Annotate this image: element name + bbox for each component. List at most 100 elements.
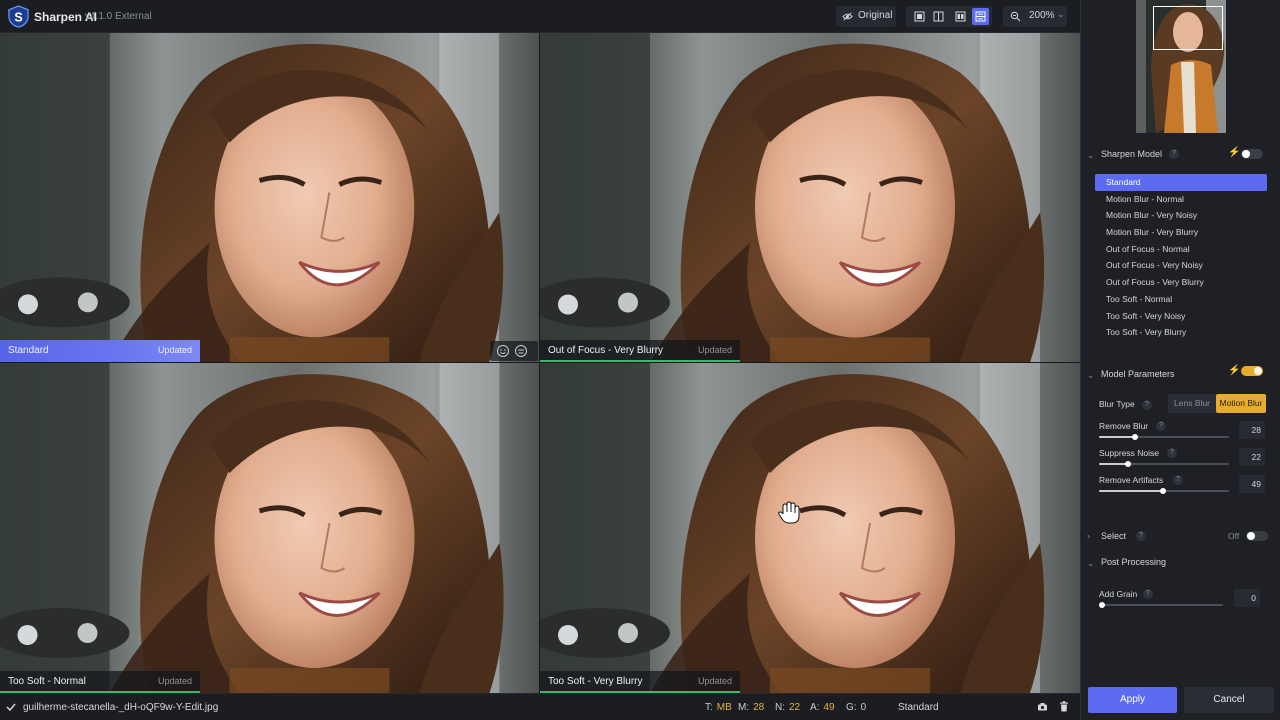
original-toggle-button[interactable]: Original: [836, 6, 896, 27]
model-item[interactable]: Standard: [1095, 174, 1267, 191]
slider-handle[interactable]: [1124, 461, 1131, 467]
model-item[interactable]: Too Soft - Normal: [1095, 291, 1267, 308]
suppress-noise-slider[interactable]: [1099, 461, 1229, 467]
eye-slash-icon: [842, 12, 853, 21]
remove-artifacts-label: Remove Artifacts: [1099, 475, 1164, 485]
remove-blur-label: Remove Blur: [1099, 421, 1149, 431]
add-grain-slider[interactable]: [1099, 602, 1223, 608]
help-icon[interactable]: ?: [1143, 589, 1153, 599]
stat-remove-artifacts: A: 49: [810, 702, 835, 713]
select-state-label: Off: [1228, 531, 1240, 541]
navigator-thumbnail[interactable]: [1136, 0, 1226, 133]
zoom-magnifier-icon: [1010, 11, 1021, 22]
side-by-side-view-button[interactable]: [952, 8, 969, 25]
add-grain-value[interactable]: 0: [1234, 589, 1260, 607]
select-title[interactable]: Select: [1101, 531, 1126, 541]
preview-status: Updated: [697, 345, 732, 355]
model-parameters-auto-toggle[interactable]: [1241, 366, 1263, 376]
single-view-button[interactable]: [911, 8, 928, 25]
model-list: Standard Motion Blur - Normal Motion Blu…: [1095, 174, 1267, 341]
zoom-control[interactable]: 200% ⌄: [1003, 6, 1067, 27]
model-item[interactable]: Motion Blur - Normal: [1095, 191, 1267, 208]
model-item[interactable]: Out of Focus - Very Blurry: [1095, 274, 1267, 291]
sharpen-model-auto-toggle[interactable]: [1241, 149, 1263, 159]
stat-value: 22: [789, 702, 801, 713]
portrait-preview-image: [540, 363, 1080, 693]
stat-value: 49: [823, 702, 835, 713]
slider-handle[interactable]: [1099, 602, 1105, 608]
chevron-down-icon[interactable]: ⌄: [1087, 558, 1095, 569]
remove-blur-value[interactable]: 28: [1239, 421, 1265, 439]
model-item[interactable]: Motion Blur - Very Blurry: [1095, 224, 1267, 241]
slider-handle[interactable]: [1159, 488, 1166, 494]
sharpen-ai-window: S Sharpen AI v4.1.0 External Original 20…: [0, 0, 1280, 720]
remove-artifacts-slider[interactable]: [1099, 488, 1229, 494]
model-item[interactable]: Too Soft - Very Noisy: [1095, 308, 1267, 325]
help-icon[interactable]: ?: [1136, 531, 1146, 541]
help-icon[interactable]: ?: [1142, 400, 1152, 410]
svg-text:S: S: [14, 10, 22, 24]
model-item[interactable]: Out of Focus - Very Noisy: [1095, 257, 1267, 274]
face-smile-icon[interactable]: [496, 344, 510, 358]
preview-label-bar: Too Soft - Normal Updated: [0, 671, 200, 693]
camera-icon[interactable]: [1037, 702, 1048, 712]
chevron-down-icon: ⌄: [1057, 9, 1065, 19]
model-item[interactable]: Too Soft - Very Blurry: [1095, 324, 1267, 341]
remove-artifacts-value[interactable]: 49: [1239, 475, 1265, 493]
remove-blur-slider[interactable]: [1099, 434, 1229, 440]
navigator-viewport-rect[interactable]: [1153, 6, 1223, 50]
status-model-name: Standard: [898, 702, 939, 713]
app-version: v4.1.0 External: [85, 11, 152, 22]
preview-cell-standard[interactable]: Standard Updated: [0, 33, 539, 362]
post-processing-title[interactable]: Post Processing: [1101, 557, 1166, 567]
status-bar: guilherme-stecanella-_dH-oQF9w-Y-Edit.jp…: [0, 693, 1080, 720]
help-icon[interactable]: ?: [1169, 149, 1179, 159]
lens-blur-button[interactable]: Lens Blur: [1168, 394, 1216, 413]
preview-status: Updated: [697, 676, 732, 686]
add-grain-label: Add Grain: [1099, 589, 1138, 599]
help-icon[interactable]: ?: [1156, 421, 1166, 431]
stat-suppress-noise: N: 22: [775, 702, 800, 713]
help-icon[interactable]: ?: [1167, 448, 1177, 458]
preview-model-name: Too Soft - Very Blurry: [548, 676, 643, 687]
suppress-noise-value[interactable]: 22: [1239, 448, 1265, 466]
top-toolbar: S Sharpen AI v4.1.0 External Original 20…: [0, 0, 1080, 33]
cancel-button[interactable]: Cancel: [1184, 687, 1274, 713]
auto-bolt-icon: ⚡: [1228, 147, 1241, 158]
stat-key: M:: [738, 702, 750, 713]
preview-cell-out-of-focus-very-blurry[interactable]: Out of Focus - Very Blurry Updated: [540, 33, 1080, 362]
portrait-preview-image: [540, 33, 1080, 362]
auto-bolt-icon: ⚡: [1228, 365, 1241, 376]
stat-value: 28: [753, 702, 765, 713]
model-item[interactable]: Motion Blur - Very Noisy: [1095, 207, 1267, 224]
file-name: guilherme-stecanella-_dH-oQF9w-Y-Edit.jp…: [23, 702, 219, 713]
preview-label-bar: Too Soft - Very Blurry Updated: [540, 671, 740, 693]
sharpen-model-title[interactable]: Sharpen Model: [1101, 149, 1162, 159]
quad-view-button[interactable]: [972, 8, 989, 25]
portrait-preview-image: [0, 363, 539, 693]
model-parameters-title[interactable]: Model Parameters: [1101, 369, 1175, 379]
model-item[interactable]: Out of Focus - Normal: [1095, 241, 1267, 258]
apply-button[interactable]: Apply: [1088, 687, 1177, 713]
chevron-down-icon[interactable]: ⌄: [1087, 370, 1095, 381]
view-mode-selector: [906, 6, 992, 27]
preview-model-name: Too Soft - Normal: [8, 676, 86, 687]
chevron-down-icon[interactable]: ⌄: [1087, 150, 1095, 161]
select-toggle[interactable]: [1246, 531, 1268, 541]
quad-view-icon: [975, 11, 986, 22]
preview-cell-too-soft-very-blurry[interactable]: Too Soft - Very Blurry Updated: [540, 363, 1080, 693]
stat-value: MB: [716, 702, 732, 713]
trash-icon[interactable]: [1059, 701, 1069, 712]
motion-blur-button[interactable]: Motion Blur: [1216, 394, 1266, 413]
face-neutral-icon[interactable]: [514, 344, 528, 358]
slider-handle[interactable]: [1132, 434, 1139, 440]
preview-status: Updated: [157, 345, 192, 355]
stat-key: A:: [810, 702, 820, 713]
stat-key: N:: [775, 702, 785, 713]
help-icon[interactable]: ?: [1173, 475, 1183, 485]
preview-label-bar: Standard Updated: [0, 340, 200, 362]
split-view-button[interactable]: [930, 8, 947, 25]
chevron-right-icon[interactable]: ›: [1087, 531, 1090, 541]
preview-cell-too-soft-normal[interactable]: Too Soft - Normal Updated: [0, 363, 539, 693]
zoom-value: 200%: [1029, 10, 1055, 21]
